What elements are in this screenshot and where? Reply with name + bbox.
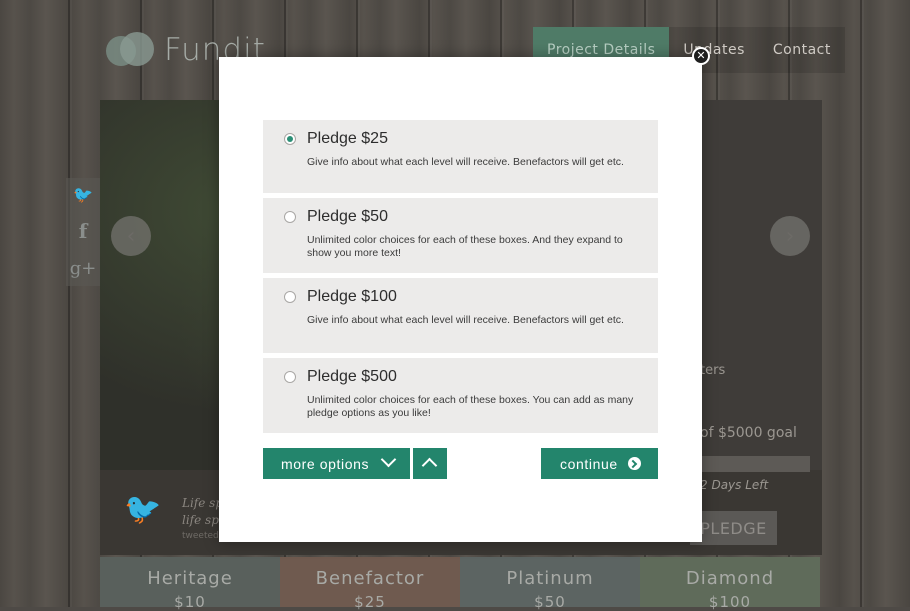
arrow-right-circle-icon (628, 457, 641, 470)
tier-name: Platinum (506, 568, 594, 589)
pledge-option[interactable]: Pledge $100 Give info about what each le… (263, 278, 658, 353)
chevron-down-icon (380, 451, 397, 468)
pledge-option-title: Pledge $500 (307, 368, 397, 385)
pledge-option[interactable]: Pledge $500 Unlimited color choices for … (263, 358, 658, 433)
close-icon[interactable]: ✕ (692, 47, 710, 65)
radio-button[interactable] (284, 291, 296, 303)
logo-mark (106, 28, 154, 72)
days-left-label: 2 Days Left (700, 478, 769, 492)
tier-amount: $50 (534, 593, 566, 611)
pledge-option-description: Give info about what each level will rec… (307, 156, 624, 168)
radio-button[interactable] (284, 371, 296, 383)
backers-label: ters (700, 363, 726, 378)
tier-name: Benefactor (315, 568, 425, 589)
pledge-option-description: Give info about what each level will rec… (307, 314, 624, 326)
radio-button[interactable] (284, 133, 296, 145)
goal-label: of $5000 goal (700, 425, 797, 441)
continue-label: continue (560, 455, 618, 472)
pledge-option-title: Pledge $25 (307, 130, 388, 147)
nav-contact[interactable]: Contact (758, 27, 845, 73)
pledge-option-title: Pledge $100 (307, 288, 397, 305)
pledge-option-description: Unlimited color choices for each of thes… (307, 394, 634, 419)
twitter-bird-icon: 🐦 (124, 492, 162, 527)
carousel-next-button[interactable]: › (770, 216, 810, 256)
more-options-label: more options (281, 455, 370, 472)
tier-amount: $10 (174, 593, 206, 611)
chevron-up-icon (421, 457, 438, 474)
carousel-prev-button[interactable]: ‹ (111, 216, 151, 256)
social-sidebar: 🐦 f g+ (66, 178, 100, 286)
tier-platinum[interactable]: Platinum $50 (460, 557, 640, 611)
pledge-option-description: Unlimited color choices for each of thes… (307, 234, 623, 259)
tier-strip: Heritage $10 Benefactor $25 Platinum $50… (100, 557, 822, 611)
tier-diamond[interactable]: Diamond $100 (640, 557, 820, 611)
tier-heritage[interactable]: Heritage $10 (100, 557, 280, 611)
twitter-icon[interactable]: 🐦 (73, 185, 93, 204)
pledge-button[interactable]: PLEDGE (690, 511, 777, 545)
continue-button[interactable]: continue (541, 448, 658, 479)
tier-amount: $100 (708, 593, 752, 611)
facebook-icon[interactable]: f (79, 219, 88, 243)
pledge-option-title: Pledge $50 (307, 208, 388, 225)
collapse-options-button[interactable] (413, 448, 447, 479)
pledge-option[interactable]: Pledge $50 Unlimited color choices for e… (263, 198, 658, 273)
tier-name: Diamond (685, 568, 775, 589)
tier-name: Heritage (147, 568, 233, 589)
tier-benefactor[interactable]: Benefactor $25 (280, 557, 460, 611)
more-options-button[interactable]: more options (263, 448, 410, 479)
radio-button[interactable] (284, 211, 296, 223)
funding-progress-bar (700, 456, 810, 472)
google-plus-icon[interactable]: g+ (70, 258, 97, 279)
tier-amount: $25 (354, 593, 386, 611)
tweeted-label: tweeted (182, 531, 219, 541)
pledge-option[interactable]: Pledge $25 Give info about what each lev… (263, 120, 658, 193)
